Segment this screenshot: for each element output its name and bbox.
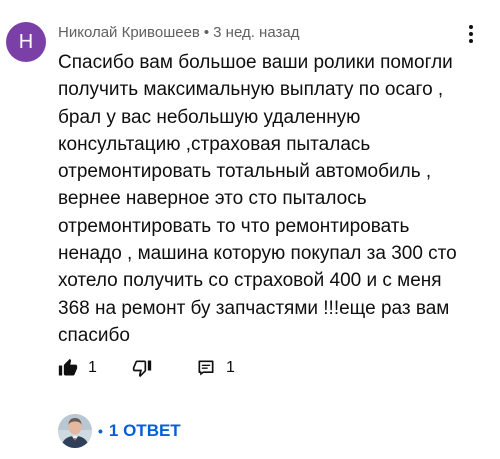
dislike-button[interactable] [132,356,152,380]
like-button[interactable]: 1 [58,356,97,380]
meta-separator: • [203,24,210,41]
reply-count: 1 [226,359,235,376]
thumb-down-icon [132,358,152,378]
comment-text: Спасибо вам большое ваши ролики помогли … [58,52,457,346]
comment-header: Николай Кривошеев • 3 нед. назад [58,24,299,41]
like-count: 1 [88,359,97,376]
reply-button[interactable]: 1 [196,356,235,380]
replies-bullet: • [98,423,103,439]
replies-label: 1 ОТВЕТ [108,421,181,440]
avatar-letter: Н [18,30,34,53]
replies-toggle[interactable]: • 1 ОТВЕТ [58,413,181,449]
more-vert-icon [468,24,474,49]
replier-avatar [58,414,92,448]
comment-menu-button[interactable] [459,24,483,48]
replies-link[interactable]: • 1 ОТВЕТ [98,421,181,441]
comment-thread: Н Николай Кривошеев • 3 нед. назад Спасибо… [0,0,500,459]
author-name[interactable]: Николай Кривошеев [58,24,200,41]
thumb-up-icon [58,358,78,378]
reply-comment-icon [196,358,216,378]
author-avatar[interactable]: Н [6,22,46,62]
comment-time[interactable]: 3 нед. назад [213,24,299,41]
